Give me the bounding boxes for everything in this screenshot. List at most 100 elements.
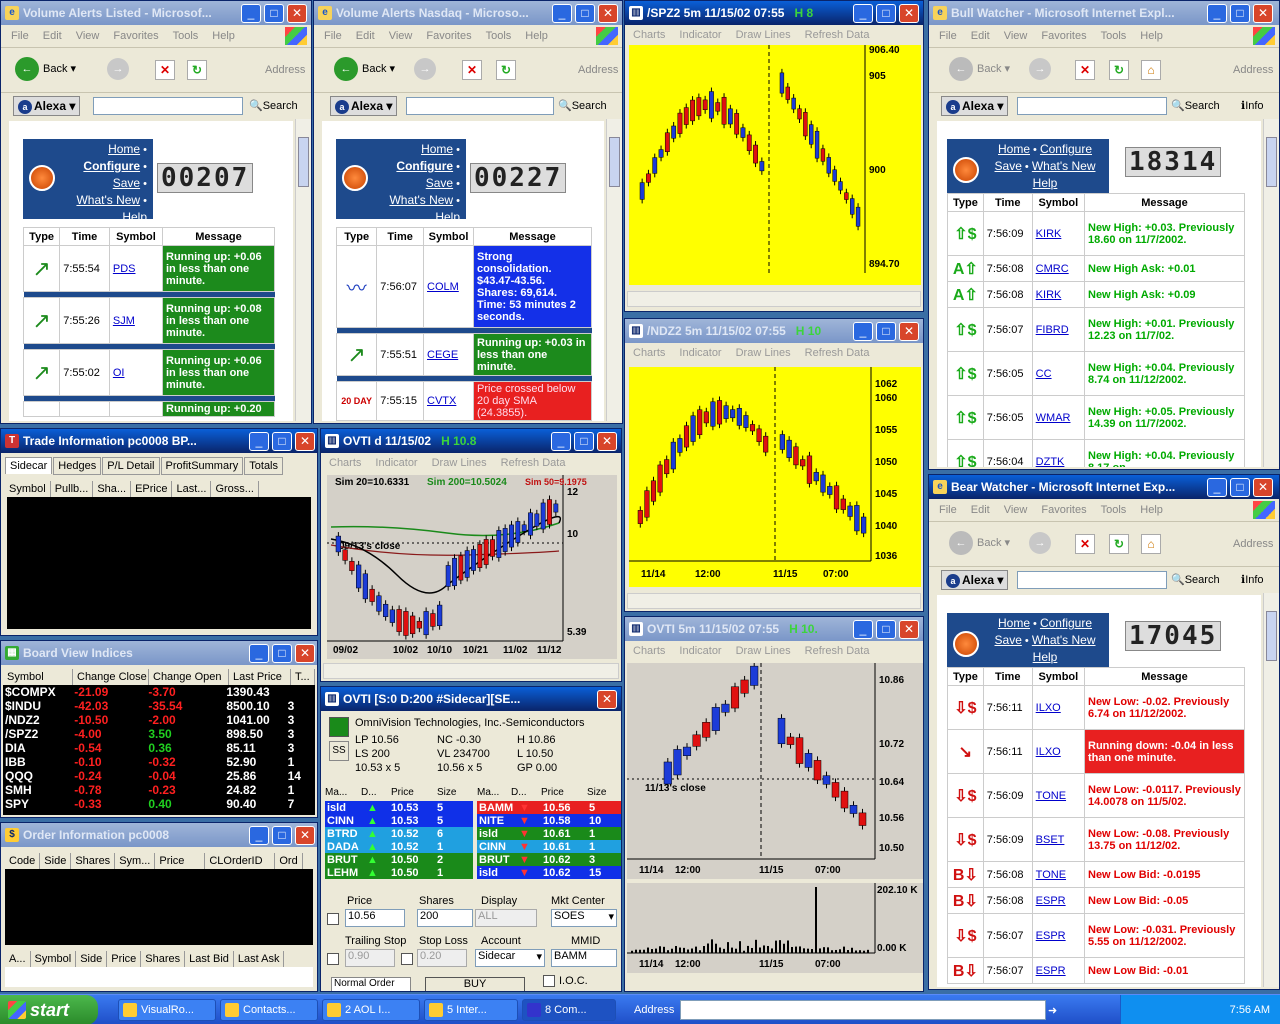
info-button[interactable]: ℹInfo (1241, 97, 1264, 115)
table-row[interactable]: DIA -0.54 0.36 85.11 3 (3, 741, 315, 755)
order-list[interactable] (5, 869, 313, 945)
alexa-button[interactable]: a Alexa ▾ (941, 570, 1009, 590)
close-button[interactable]: ✕ (1253, 4, 1273, 23)
refresh-icon[interactable]: ↻ (1109, 60, 1129, 80)
clock[interactable]: 7:56 AM (1230, 1004, 1270, 1016)
configure-link[interactable]: Configure (83, 159, 140, 173)
back-button[interactable]: ← Back ▾ (949, 530, 1010, 556)
alexa-button[interactable]: a Alexa ▾ (941, 96, 1009, 116)
table-row[interactable]: SMH -0.78 -0.23 24.82 1 (3, 783, 315, 797)
alert-symbol[interactable]: ILXO (1031, 685, 1086, 730)
close-button[interactable]: ✕ (899, 620, 919, 639)
refresh-icon[interactable]: ↻ (187, 60, 207, 80)
menu-edit[interactable]: Edit (43, 30, 62, 42)
menu-indicator[interactable]: Indicator (679, 29, 721, 41)
maximize-button[interactable]: □ (1230, 4, 1250, 23)
forward-button[interactable]: → (107, 58, 129, 80)
taskbar-item-internet[interactable]: 5 Inter... (424, 999, 518, 1021)
menu-help[interactable]: Help (212, 30, 235, 42)
forward-button[interactable]: → (1029, 532, 1051, 554)
tab-profit-summary[interactable]: ProfitSummary (160, 457, 244, 475)
help-link[interactable]: Help (122, 210, 147, 224)
menu-help[interactable]: Help (525, 30, 548, 42)
minimize-button[interactable]: _ (1207, 4, 1227, 23)
search-button[interactable]: 🔍Search (1171, 97, 1220, 115)
menu-favorites[interactable]: Favorites (113, 30, 158, 42)
home-link[interactable]: Home (108, 142, 140, 156)
taskbar-item-com[interactable]: 8 Com... (522, 999, 616, 1021)
table-row[interactable]: isld ▲ 10.53 5 (325, 801, 473, 814)
price-checkbox[interactable] (327, 913, 339, 925)
price-chart[interactable]: 1062 1060 1055 1050 1045 1040 1036 11/14 12:00 11… (629, 367, 921, 587)
minimize-button[interactable]: _ (853, 620, 873, 639)
minimize-button[interactable]: _ (241, 4, 261, 23)
maximize-button[interactable]: □ (272, 826, 292, 845)
title-bar[interactable]: ▦ Board View Indices (1, 641, 317, 665)
account-select[interactable]: Sidecar ▾ (475, 949, 545, 967)
horizontal-scrollbar[interactable] (627, 593, 921, 609)
back-button[interactable]: ← Back ▾ (334, 56, 395, 82)
back-button[interactable]: ← Back ▾ (949, 56, 1010, 82)
price-chart[interactable]: Sim 20=10.6331 Sim 200=10.5024 Sim 50=9.19… (327, 475, 617, 659)
taskbar-address-input[interactable] (680, 1000, 1046, 1020)
minimize-button[interactable]: _ (249, 826, 269, 845)
mmid-input[interactable]: BAMM (551, 949, 617, 967)
menu-refresh-data[interactable]: Refresh Data (805, 29, 870, 41)
menu-charts[interactable]: Charts (633, 29, 665, 41)
save-link[interactable]: Save (426, 176, 453, 190)
close-button[interactable]: ✕ (287, 4, 307, 23)
table-row[interactable]: $COMPX -21.09 -3.70 1390.43 (3, 685, 315, 699)
search-input[interactable] (406, 97, 554, 115)
display-input[interactable]: ALL (475, 909, 537, 927)
help-link[interactable]: Help (435, 210, 460, 224)
maximize-button[interactable]: □ (876, 322, 896, 341)
alert-symbol[interactable]: BSET (1031, 817, 1086, 862)
search-button[interactable]: 🔍Search (558, 97, 607, 115)
table-row[interactable]: DADA ▲ 10.52 1 (325, 840, 473, 853)
whats-new-link[interactable]: What's New (389, 193, 453, 207)
home-icon[interactable]: ⌂ (1141, 534, 1161, 554)
menu-favorites[interactable]: Favorites (426, 30, 471, 42)
table-row[interactable]: /NDZ2 -10.50 -2.00 1041.00 3 (3, 713, 315, 727)
table-row[interactable]: NITE ▼ 10.58 10 (477, 814, 621, 827)
whats-new-link[interactable]: What's New (76, 193, 140, 207)
stop-icon[interactable]: ✕ (462, 60, 482, 80)
table-row[interactable]: IBB -0.10 -0.32 52.90 1 (3, 755, 315, 769)
trailing-stop-input[interactable]: 0.90 (345, 949, 395, 967)
alert-symbol[interactable]: FIBRD (1031, 307, 1086, 352)
stop-loss-checkbox[interactable] (401, 953, 413, 965)
alert-symbol[interactable]: KIRK (1031, 211, 1086, 256)
refresh-icon[interactable]: ↻ (496, 60, 516, 80)
minimize-button[interactable]: _ (249, 644, 269, 663)
tab-hedges[interactable]: Hedges (53, 457, 102, 475)
alexa-button[interactable]: a Alexa ▾ (13, 96, 81, 116)
search-input[interactable] (93, 97, 243, 115)
alert-symbol[interactable]: KIRK (1031, 281, 1086, 308)
alert-symbol[interactable]: WMAR (1031, 395, 1086, 440)
title-bar[interactable]: ▥ OVTI [S:0 D:200 #Sidecar][SE... (321, 687, 621, 711)
order-type-select[interactable]: Normal Order (331, 977, 411, 991)
minimize-button[interactable]: _ (551, 432, 571, 451)
tab-totals[interactable]: Totals (244, 457, 284, 475)
minimize-button[interactable]: _ (552, 4, 572, 23)
minimize-button[interactable]: _ (853, 322, 873, 341)
alert-symbol[interactable]: ILXO (1031, 729, 1086, 774)
search-button[interactable]: 🔍Search (249, 97, 298, 115)
table-row[interactable]: SPY -0.33 0.40 90.40 7 (3, 797, 315, 811)
stop-icon[interactable]: ✕ (1075, 534, 1095, 554)
vertical-scrollbar[interactable] (606, 119, 622, 421)
minimize-button[interactable]: _ (1207, 478, 1227, 497)
maximize-button[interactable]: □ (272, 432, 292, 451)
taskbar-item-contacts[interactable]: Contacts... (220, 999, 318, 1021)
table-row[interactable]: QQQ -0.24 -0.04 25.86 14 (3, 769, 315, 783)
execution-list[interactable] (5, 967, 313, 987)
table-row[interactable]: CINN ▲ 10.53 5 (325, 814, 473, 827)
maximize-button[interactable]: □ (876, 620, 896, 639)
alert-symbol[interactable]: TONE (1031, 861, 1086, 888)
maximize-button[interactable]: □ (876, 4, 896, 23)
alert-symbol[interactable]: TONE (1031, 773, 1086, 818)
level2-ask-panel[interactable]: Ma... D... Price Size BAMM ▼ 10.56 5 NITE ▼ 10.58… (477, 787, 621, 879)
table-row[interactable]: LEHM ▲ 10.50 1 (325, 866, 473, 879)
forward-button[interactable]: → (414, 58, 436, 80)
market-center-select[interactable]: SOES ▾ (551, 909, 617, 927)
